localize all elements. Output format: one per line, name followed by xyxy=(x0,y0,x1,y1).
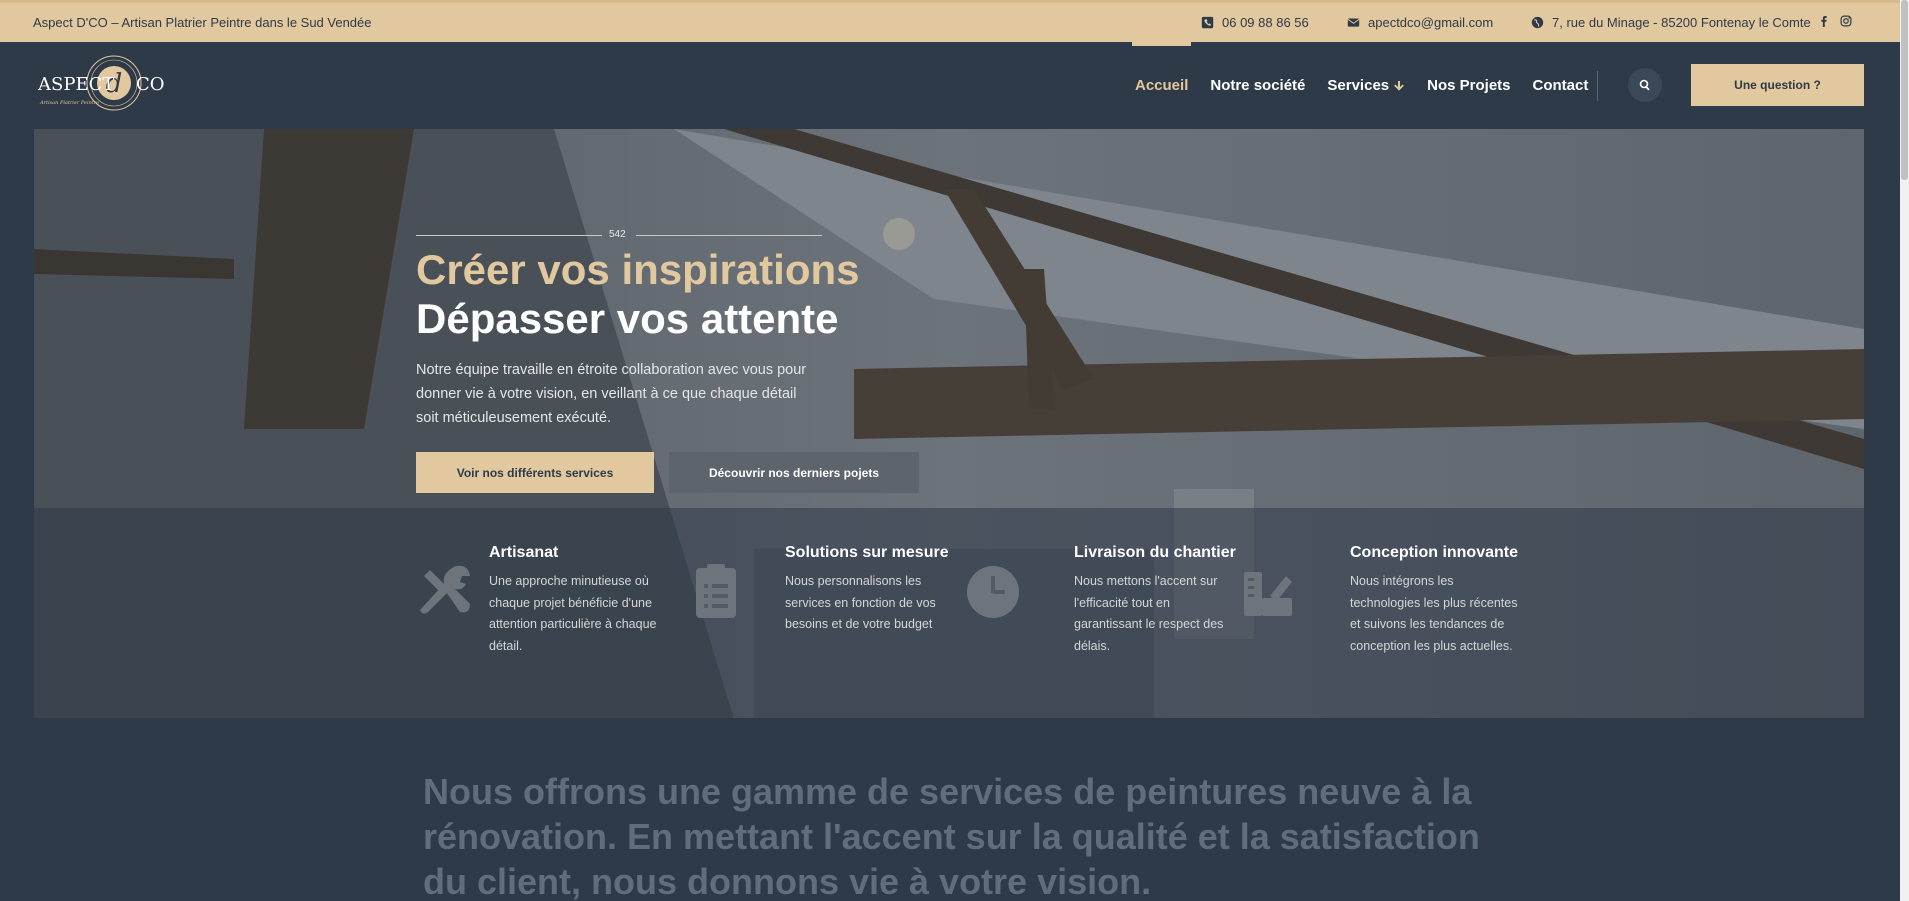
email-info[interactable]: apectdco@gmail.com xyxy=(1347,15,1493,30)
feature-title: Livraison du chantier xyxy=(1074,544,1236,561)
phone-info[interactable]: 06 09 88 86 56 xyxy=(1201,15,1309,30)
phone-icon xyxy=(1201,16,1214,29)
nav-notre-societe[interactable]: Notre société xyxy=(1210,42,1305,129)
counter-line-left xyxy=(416,235,602,236)
hero-counter: 542 xyxy=(416,229,822,241)
address-info[interactable]: 7, rue du Minage - 85200 Fontenay le Com… xyxy=(1531,15,1811,30)
main-navigation: Accueil Notre société Services Nos Proje… xyxy=(1131,42,1589,129)
hero-section: 542 Créer vos inspirations Dépasser vos … xyxy=(34,129,1864,718)
nav-accueil[interactable]: Accueil xyxy=(1131,42,1192,129)
feature-title: Conception innovante xyxy=(1350,544,1518,561)
globe-icon xyxy=(1531,16,1544,29)
clipboard-icon xyxy=(696,564,736,618)
logo-text-left: ASPECT xyxy=(37,74,114,95)
site-tagline: Aspect D'CO – Artisan Platrier Peintre d… xyxy=(33,15,372,30)
envelope-icon xyxy=(1347,18,1360,27)
page-scrollbar[interactable] xyxy=(1900,0,1909,901)
instagram-icon[interactable] xyxy=(1840,15,1852,27)
question-button[interactable]: Une question ? xyxy=(1691,64,1864,106)
counter-line-right xyxy=(636,235,822,236)
clock-icon xyxy=(967,566,1019,618)
arrow-down-icon xyxy=(1394,80,1404,91)
projects-button[interactable]: Découvrir nos derniers pojets xyxy=(669,452,919,493)
facebook-icon[interactable] xyxy=(1818,15,1830,27)
nav-nos-projets[interactable]: Nos Projets xyxy=(1427,42,1510,129)
feature-description: Une approche minutieuse où chaque projet… xyxy=(489,574,657,653)
hero-title-white: Dépasser vos attente xyxy=(416,295,839,342)
feature-title: Solutions sur mesure xyxy=(785,544,949,561)
social-links xyxy=(1818,15,1852,27)
logo-text-right: CO xyxy=(136,74,165,95)
feature-description: Nous intégrons les technologies les plus… xyxy=(1350,574,1518,653)
feature-title: Artisanat xyxy=(489,544,559,561)
counter-number: 542 xyxy=(609,229,626,240)
services-button[interactable]: Voir nos différents services xyxy=(416,452,654,493)
hero-description: Notre équipe travaille en étroite collab… xyxy=(416,362,807,426)
feature-description: Nous mettons l'accent sur l'efficacité t… xyxy=(1074,574,1224,653)
scrollbar-thumb[interactable] xyxy=(1901,0,1908,180)
nav-services-label: Services xyxy=(1327,77,1390,94)
feature-description: Nous personnalisons les services en fonc… xyxy=(785,574,936,631)
aspect-dco-logo[interactable]: d ASPECT CO Artisan Platrier Peintre xyxy=(36,54,186,116)
intro-heading: Nous offrons une gamme de services de pe… xyxy=(423,771,1480,901)
design-icon xyxy=(1244,572,1292,616)
email-address: apectdco@gmail.com xyxy=(1368,15,1494,30)
phone-number: 06 09 88 86 56 xyxy=(1222,15,1309,30)
top-info-bar: Aspect D'CO – Artisan Platrier Peintre d… xyxy=(0,0,1900,42)
street-address: 7, rue du Minage - 85200 Fontenay le Com… xyxy=(1552,15,1811,30)
tools-icon xyxy=(420,565,470,614)
nav-divider xyxy=(1597,71,1598,101)
site-header: d ASPECT CO Artisan Platrier Peintre Acc… xyxy=(0,42,1900,129)
logo-tagline: Artisan Platrier Peintre xyxy=(39,100,99,106)
hero-title-gold: Créer vos inspirations xyxy=(416,246,860,293)
search-icon xyxy=(1639,79,1650,91)
nav-contact[interactable]: Contact xyxy=(1533,42,1589,129)
nav-services[interactable]: Services xyxy=(1327,42,1405,129)
search-button[interactable] xyxy=(1628,68,1662,102)
